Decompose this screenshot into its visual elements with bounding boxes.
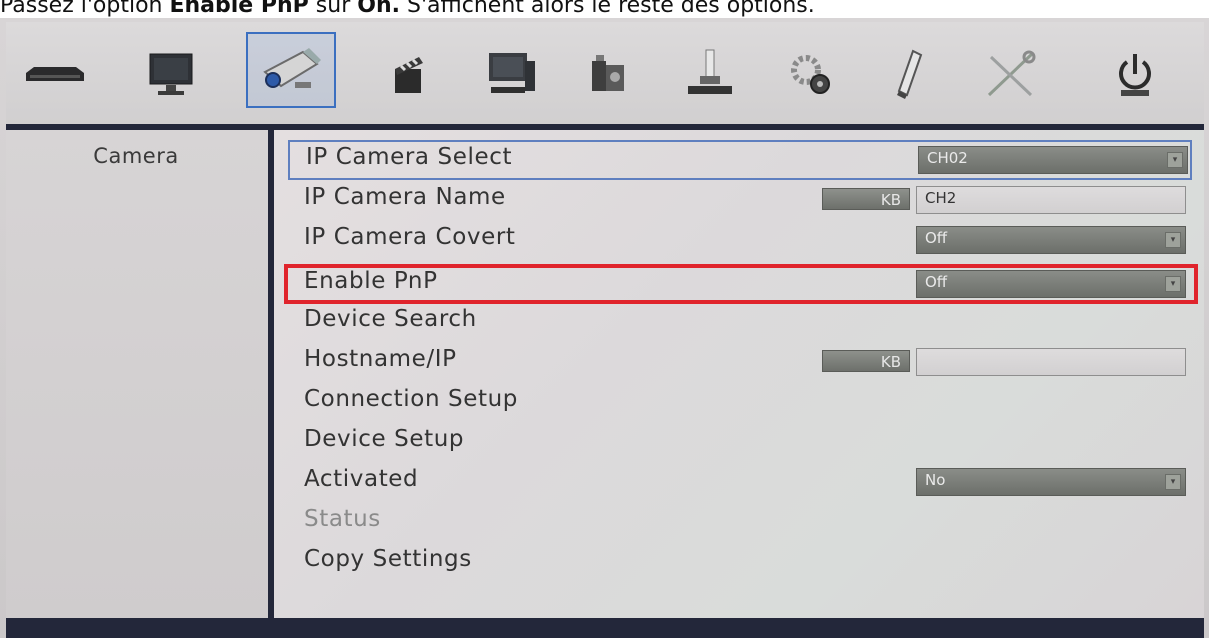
devices-icon[interactable] (574, 42, 644, 108)
instruction-caption: Passez l'option Enable PnP sur On. S'aff… (0, 0, 1209, 20)
connection-setup-label: Connection Setup (304, 386, 518, 412)
tools-icon[interactable] (976, 42, 1046, 108)
activated-dropdown[interactable]: No ▾ (916, 468, 1186, 496)
copy-settings-label: Copy Settings (304, 546, 472, 572)
copy-settings-row[interactable]: Copy Settings (288, 544, 1188, 580)
usb-icon[interactable] (874, 42, 944, 108)
sidebar: Camera (6, 130, 268, 618)
ip-camera-name-value: CH2 (925, 189, 957, 207)
ip-camera-name-row: IP Camera Name KB CH2 (288, 182, 1188, 218)
ip-camera-select-row[interactable]: IP Camera Select CH02 ▾ (288, 140, 1192, 180)
camera-settings-panel: IP Camera Select CH02 ▾ IP Camera Name K… (274, 130, 1204, 618)
device-setup-row[interactable]: Device Setup (288, 424, 1188, 460)
storage-icon[interactable] (674, 42, 744, 108)
hostname-ip-row: Hostname/IP KB (288, 344, 1188, 380)
clapperboard-icon[interactable] (374, 42, 444, 108)
caption-bold2: On. (357, 0, 400, 18)
dvr-screen: Camera IP Camera Select CH02 ▾ IP Camera… (0, 18, 1209, 638)
sidebar-item-camera[interactable]: Camera (16, 144, 256, 168)
enable-pnp-row[interactable]: Enable PnP Off ▾ (284, 264, 1198, 304)
activated-label: Activated (304, 466, 419, 492)
enable-pnp-dropdown[interactable]: Off ▾ (916, 270, 1186, 298)
ip-camera-covert-value: Off (925, 229, 948, 247)
chevron-down-icon: ▾ (1165, 276, 1181, 292)
camera-icon[interactable] (246, 32, 336, 108)
ip-camera-select-label: IP Camera Select (306, 144, 513, 170)
ip-camera-covert-row: IP Camera Covert Off ▾ (288, 222, 1188, 258)
hostname-ip-label: Hostname/IP (304, 346, 457, 372)
monitor-icon[interactable] (136, 42, 206, 108)
activated-row: Activated No ▾ (288, 464, 1188, 500)
caption-bold: Enable PnP (169, 0, 309, 18)
ip-camera-covert-dropdown[interactable]: Off ▾ (916, 226, 1186, 254)
keyboard-button[interactable]: KB (822, 350, 910, 372)
status-label: Status (304, 506, 381, 532)
ip-camera-name-field[interactable]: CH2 (916, 186, 1186, 214)
power-icon[interactable] (1100, 42, 1170, 108)
ip-camera-select-value: CH02 (927, 149, 968, 167)
device-search-row[interactable]: Device Search (288, 304, 1188, 340)
device-search-label: Device Search (304, 306, 477, 332)
hostname-ip-field[interactable] (916, 348, 1186, 376)
main-toolbar (6, 22, 1204, 126)
status-row: Status (288, 504, 1188, 540)
enable-pnp-value: Off (925, 273, 948, 291)
keyboard-button[interactable]: KB (822, 188, 910, 210)
desktop-icon[interactable] (476, 42, 546, 108)
caption-middle: sur (308, 0, 358, 18)
caption-prefix: Passez l'option (0, 0, 170, 18)
ip-camera-select-dropdown[interactable]: CH02 ▾ (918, 146, 1188, 174)
ip-camera-covert-label: IP Camera Covert (304, 224, 516, 250)
caption-suffix: S'affichent alors le reste des options. (399, 0, 815, 18)
footer-bar (6, 618, 1204, 638)
chevron-down-icon: ▾ (1167, 152, 1183, 168)
chevron-down-icon: ▾ (1165, 232, 1181, 248)
device-setup-label: Device Setup (304, 426, 465, 452)
chevron-down-icon: ▾ (1165, 474, 1181, 490)
settings-gear-icon[interactable] (776, 42, 846, 108)
connection-setup-row[interactable]: Connection Setup (288, 384, 1188, 420)
recorder-icon[interactable] (20, 42, 90, 108)
enable-pnp-label: Enable PnP (304, 268, 438, 294)
ip-camera-name-label: IP Camera Name (304, 184, 506, 210)
activated-value: No (925, 471, 946, 489)
